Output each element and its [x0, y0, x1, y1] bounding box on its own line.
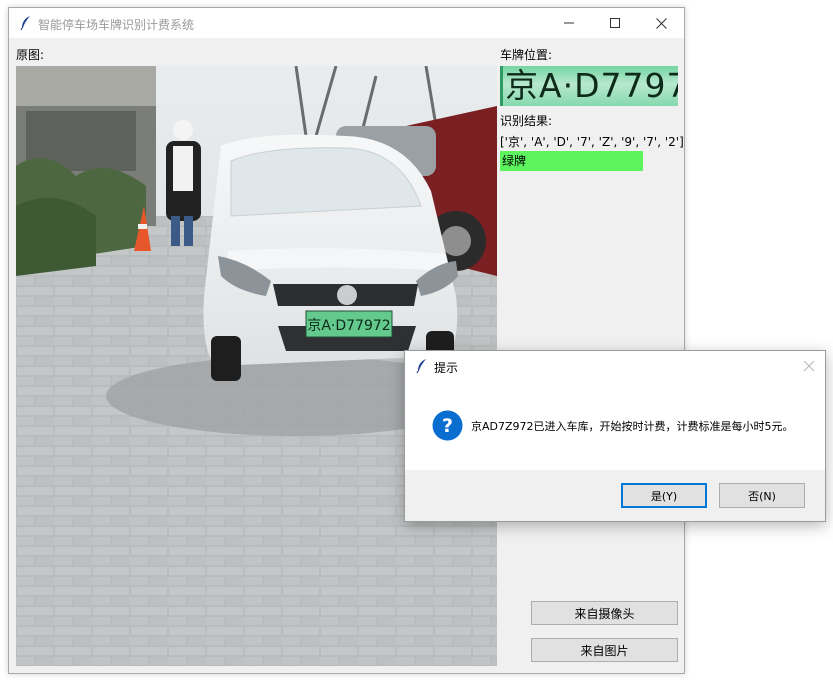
svg-text:?: ?	[442, 415, 453, 437]
close-icon	[655, 17, 667, 29]
no-label: 否(N)	[748, 489, 776, 503]
no-button[interactable]: 否(N)	[719, 483, 805, 508]
dialog-close-button[interactable]	[801, 358, 817, 374]
main-window: 智能停车场车牌识别计费系统 原图: 京A·D77972 车牌位置: 京A·D77…	[8, 7, 685, 674]
original-image-label: 原图:	[16, 48, 45, 62]
from-image-label: 来自图片	[580, 643, 629, 658]
plate-crop-text: 京A·D77972	[505, 66, 678, 105]
yes-label: 是(Y)	[650, 489, 678, 503]
maximize-icon	[610, 18, 620, 28]
close-button[interactable]	[638, 8, 684, 38]
feather-icon	[19, 15, 33, 31]
recognition-result-label: 识别结果:	[500, 114, 553, 128]
dialog-title-bar[interactable]: 提示	[405, 351, 825, 381]
prompt-dialog: 提示 ? 京AD7Z972已进入车库，开始按时计费，计费标准是每小时5元。 是(…	[404, 350, 826, 522]
title-bar[interactable]: 智能停车场车牌识别计费系统	[9, 8, 684, 38]
from-camera-label: 来自摄像头	[574, 606, 635, 621]
dialog-message: 京AD7Z972已进入车库，开始按时计费，计费标准是每小时5元。	[471, 420, 794, 433]
plate-crop-image: 京A·D77972	[500, 66, 678, 106]
question-icon: ?	[432, 410, 463, 441]
yes-button[interactable]: 是(Y)	[621, 483, 707, 508]
plate-position-label: 车牌位置:	[500, 48, 553, 62]
minimize-button[interactable]	[546, 8, 592, 38]
recognition-result-chars: ['京', 'A', 'D', '7', 'Z', '9', '7', '2']	[500, 135, 684, 149]
window-title: 智能停车场车牌识别计费系统	[38, 18, 195, 32]
plate-color-badge: 绿牌	[500, 151, 643, 171]
plate-text: 京A·D77972	[307, 318, 390, 334]
maximize-button[interactable]	[592, 8, 638, 38]
from-camera-button[interactable]: 来自摄像头	[531, 601, 678, 625]
dialog-title: 提示	[434, 361, 459, 375]
minimize-icon	[564, 22, 574, 24]
feather-icon	[415, 358, 429, 374]
dialog-body: ? 京AD7Z972已进入车库，开始按时计费，计费标准是每小时5元。	[405, 381, 825, 470]
close-icon	[803, 360, 815, 372]
from-image-button[interactable]: 来自图片	[531, 638, 678, 662]
plate-color-text: 绿牌	[502, 154, 527, 168]
